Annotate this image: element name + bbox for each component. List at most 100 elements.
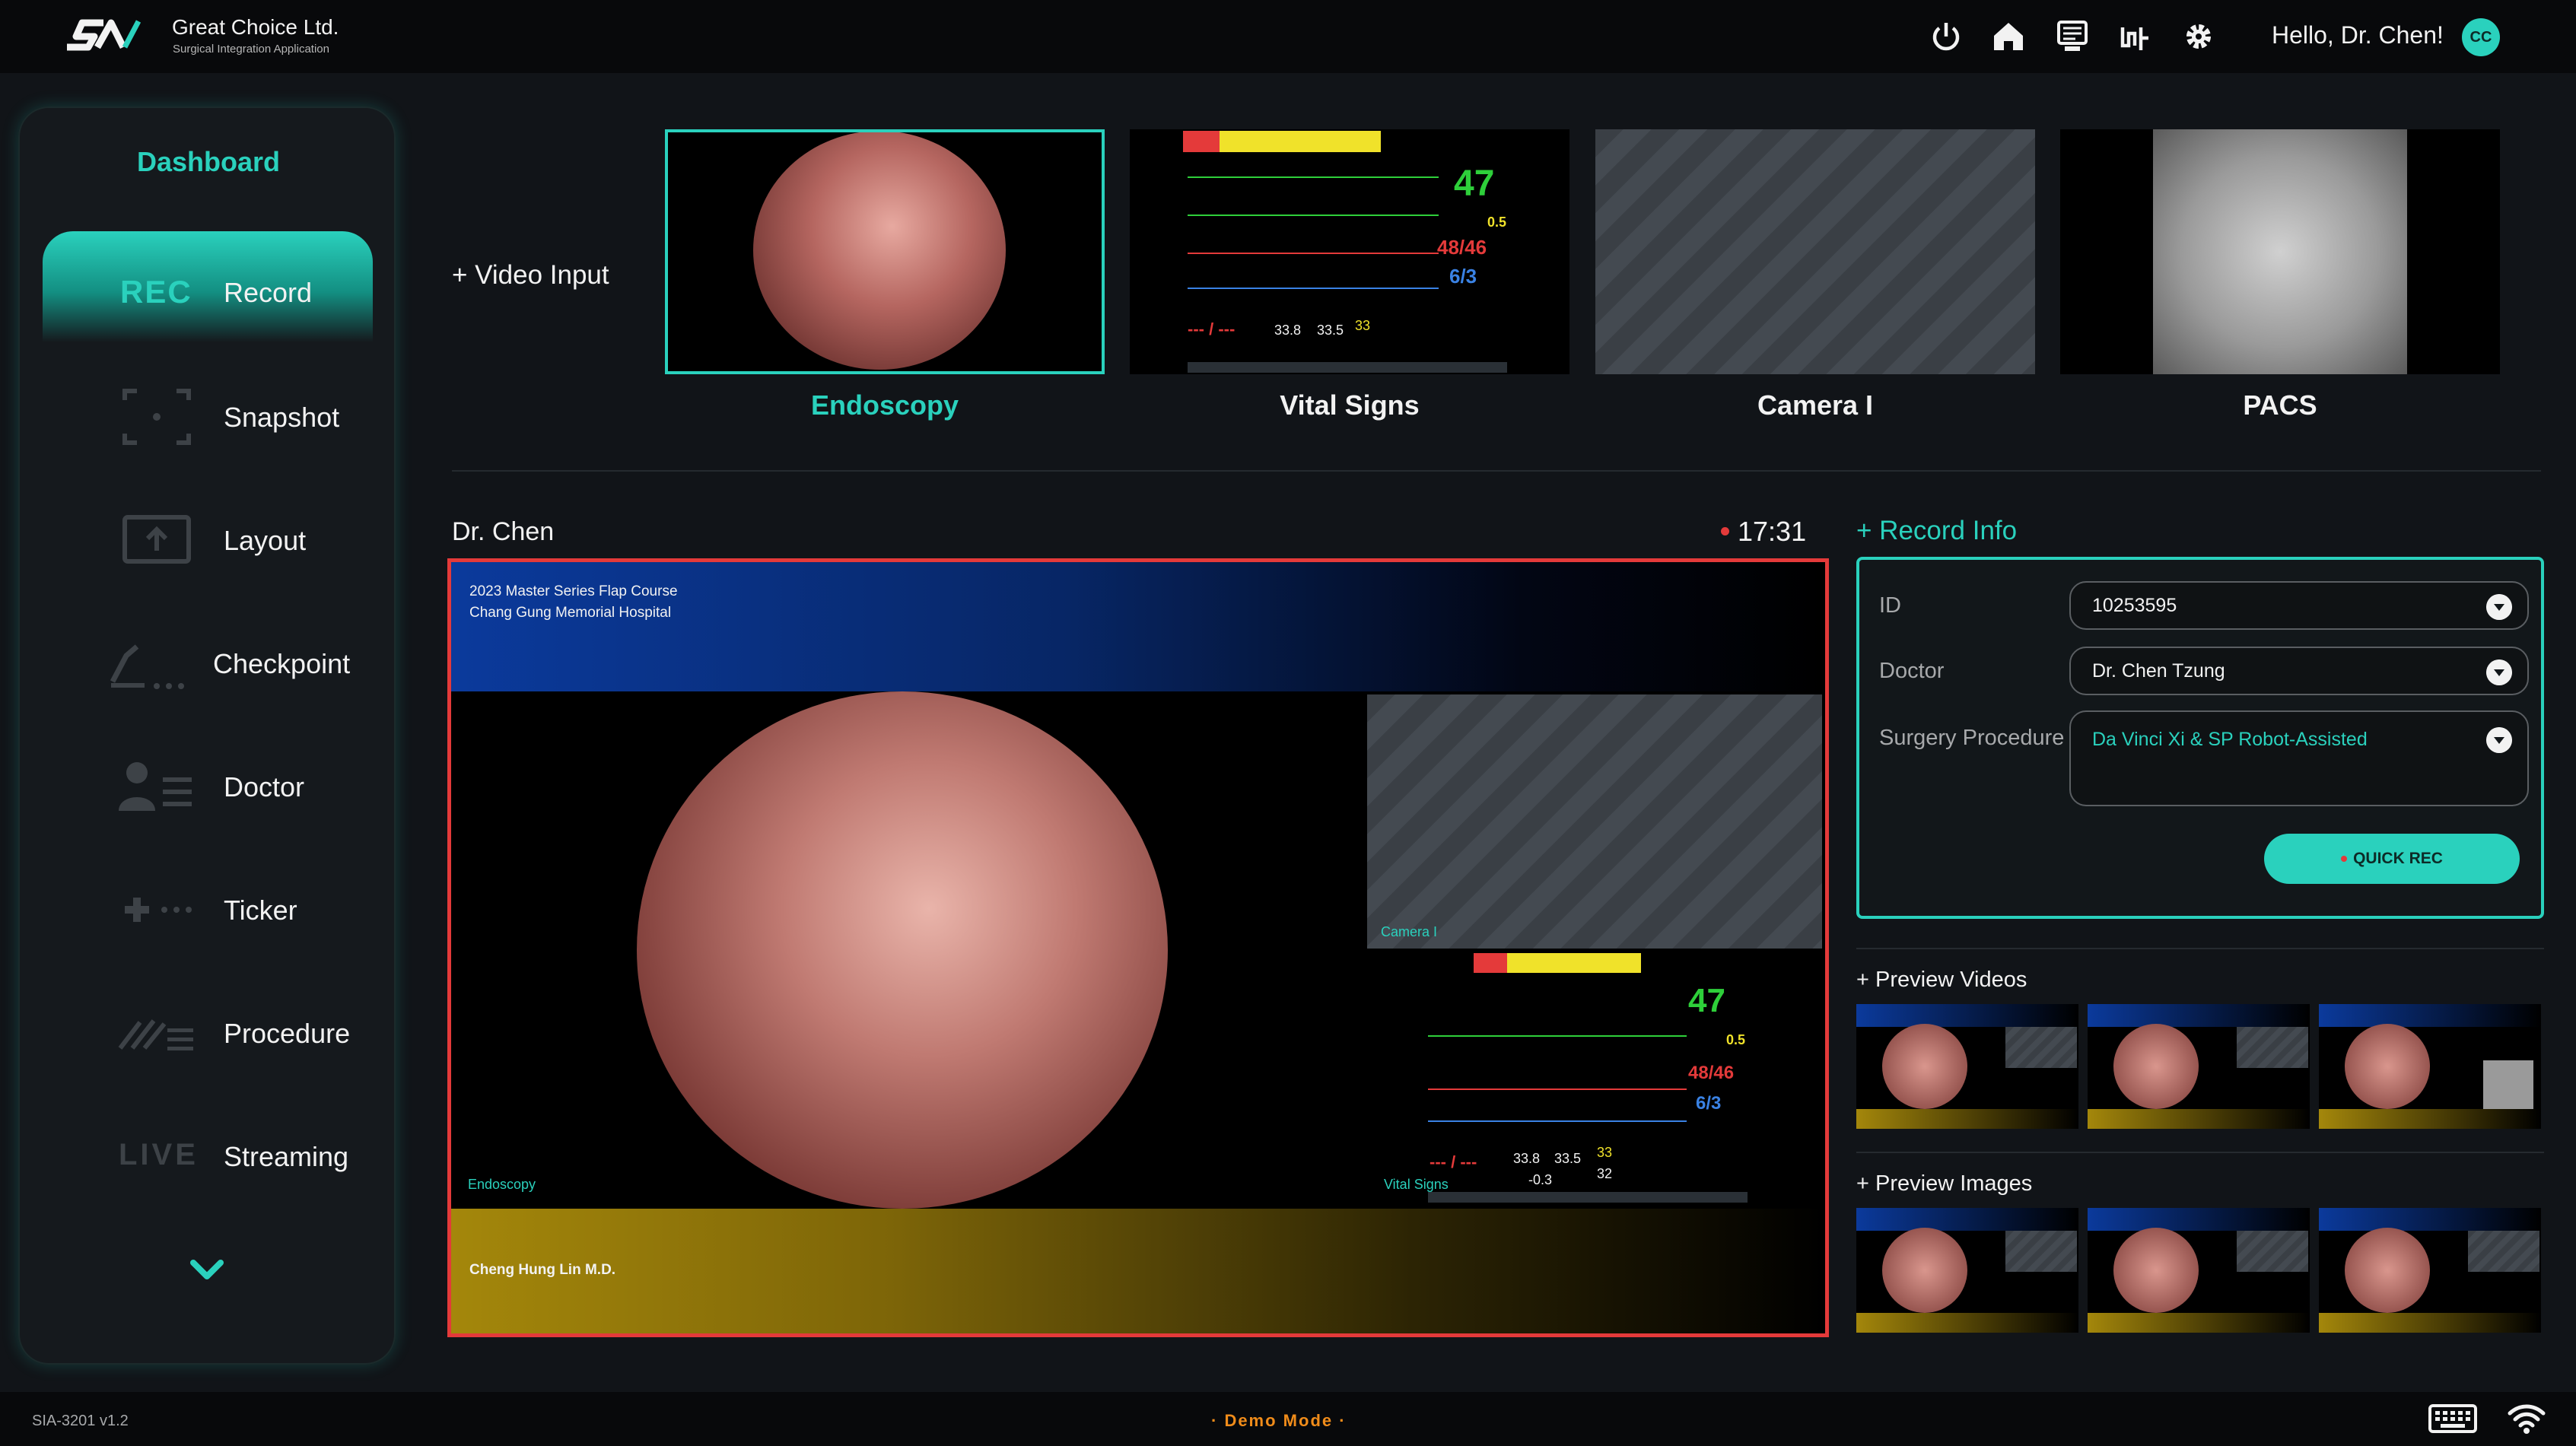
thumb-endoscope	[2113, 1024, 2199, 1109]
record-info-title: + Record Info	[1856, 516, 2018, 545]
layout-icon[interactable]	[114, 510, 199, 570]
rec-dot-icon	[2341, 856, 2348, 862]
ecg-trace	[1188, 215, 1439, 216]
source-label: Camera I	[1757, 389, 1874, 421]
main-doctor-name: Dr. Chen	[452, 517, 555, 546]
vital-small-value: 6/3	[1696, 1093, 1722, 1114]
recording-time: 17:31	[1738, 516, 1807, 547]
source-thumbnail-pacs[interactable]	[2060, 129, 2500, 374]
preview-video-thumbnail[interactable]	[2319, 1004, 2541, 1129]
demo-mode-label: · Demo Mode ·	[1211, 1411, 1347, 1430]
sidebar-item-label[interactable]: Doctor	[224, 771, 304, 803]
sia-logo	[67, 19, 142, 51]
preview-video-thumbnail[interactable]	[1856, 1004, 2078, 1129]
chevron-down-icon[interactable]	[2486, 659, 2512, 685]
divider	[1856, 948, 2544, 949]
chevron-down-icon[interactable]	[2486, 727, 2512, 753]
add-video-input-button[interactable]: + Video Input	[452, 260, 609, 291]
preview-image-thumbnail[interactable]	[2319, 1208, 2541, 1333]
sidebar-item-label[interactable]: Snapshot	[224, 402, 339, 434]
temperature-value: 33	[1597, 1145, 1613, 1160]
thumb-endoscope	[2345, 1024, 2430, 1109]
id-label: ID	[1879, 593, 1901, 618]
vital-small-value: 0.5	[1726, 1032, 1746, 1047]
doctor-label: Doctor	[1879, 659, 1945, 683]
heart-rate-value: 47	[1688, 982, 1725, 1019]
alarm-bar-red	[1474, 953, 1507, 973]
temperature-value: 33.5	[1554, 1151, 1582, 1166]
surgeon-name: Cheng Hung Lin M.D.	[469, 1262, 616, 1278]
ticker-icon[interactable]	[114, 879, 199, 940]
endoscope-image	[753, 132, 1006, 370]
quick-rec-button[interactable]: QUICK REC	[2264, 834, 2520, 884]
preview-images-title: + Preview Images	[1856, 1171, 2033, 1196]
avatar[interactable]: CC	[2462, 18, 2500, 56]
sidebar-item-label[interactable]: Checkpoint	[213, 648, 350, 680]
sidebar-item-label[interactable]: Record	[224, 277, 312, 309]
thumb-top-band	[2088, 1004, 2310, 1027]
sidebar-item-label[interactable]: Streaming	[224, 1141, 348, 1173]
procedure-icon[interactable]	[114, 1003, 199, 1063]
top-banner	[451, 562, 1825, 691]
endoscope-image	[637, 691, 1168, 1209]
snapshot-icon[interactable]	[114, 386, 199, 447]
thumb-camera	[2005, 1231, 2077, 1272]
divider	[1856, 1152, 2544, 1153]
sidebar-item-label[interactable]: Layout	[224, 525, 306, 557]
id-value: 10253595	[2092, 594, 2177, 616]
thumb-bottom-band	[2319, 1109, 2541, 1129]
id-select[interactable]: 10253595	[2069, 581, 2529, 630]
doctor-icon[interactable]	[114, 756, 199, 817]
source-thumbnail-camera[interactable]	[1595, 129, 2035, 374]
version-label: SIA-3201 v1.2	[32, 1413, 129, 1429]
power-icon[interactable]	[1926, 17, 1966, 56]
source-thumbnail-endoscopy[interactable]	[665, 129, 1105, 374]
sidebar-item-label[interactable]: Ticker	[224, 895, 297, 926]
sidebar-item-label[interactable]: Procedure	[224, 1018, 350, 1050]
thumb-camera	[2237, 1027, 2308, 1068]
keyboard-icon[interactable]	[2428, 1404, 2477, 1433]
source-label: Endoscopy	[810, 389, 959, 421]
vital-signs-inset: 47 0.5 48/46 6/3 --- / --- 33.8 33.5 -0.…	[1425, 952, 1767, 1209]
thumb-bottom-band	[1856, 1109, 2078, 1129]
home-icon[interactable]	[1989, 17, 2028, 56]
bp-trace	[1428, 1088, 1687, 1090]
thumb-top-band	[2319, 1004, 2541, 1027]
thumb-camera-placeholder	[2005, 1027, 2077, 1068]
thumb-endoscope	[2345, 1228, 2430, 1313]
thumb-top-band	[2088, 1208, 2310, 1231]
monitor-icon[interactable]	[2053, 17, 2092, 56]
preview-video-thumbnail[interactable]	[2088, 1004, 2310, 1129]
pointer-icon[interactable]	[2115, 17, 2155, 56]
thumb-camera-placeholder	[2237, 1231, 2308, 1272]
thumb-camera	[2005, 1027, 2077, 1068]
ecg-trace	[1428, 1035, 1687, 1037]
chevron-down-icon[interactable]	[187, 1257, 227, 1284]
banner-line-2: Chang Gung Memorial Hospital	[469, 605, 672, 621]
procedure-select[interactable]: Da Vinci Xi & SP Robot-Assisted	[2069, 710, 2529, 806]
sidebar-title: Dashboard	[137, 146, 281, 177]
xray-image	[2153, 129, 2407, 374]
live-icon[interactable]: LIVE	[119, 1138, 199, 1172]
chevron-down-icon[interactable]	[2486, 594, 2512, 620]
thumb-top-band	[1856, 1004, 2078, 1027]
preview-videos-title: + Preview Videos	[1856, 968, 2027, 992]
main-preview[interactable]: 2023 Master Series Flap Course Chang Gun…	[447, 558, 1829, 1337]
temperature-value: -0.3	[1528, 1172, 1553, 1187]
source-label: Vital Signs	[1280, 389, 1420, 421]
source-thumbnail-vital-signs[interactable]: 47 0.5 48/46 6/3 --- / --- 33.8 33.5 33	[1130, 129, 1569, 374]
wifi-icon[interactable]	[2508, 1403, 2546, 1435]
preview-image-thumbnail[interactable]	[1856, 1208, 2078, 1333]
checkpoint-icon[interactable]	[107, 633, 192, 694]
sidebar-item-record[interactable]	[43, 231, 373, 342]
thumb-endoscope	[1882, 1024, 1967, 1109]
doctor-select[interactable]: Dr. Chen Tzung	[2069, 647, 2529, 695]
gear-icon[interactable]	[2179, 17, 2218, 56]
company-name: Great Choice Ltd.	[172, 15, 339, 39]
thumb-endoscope	[1882, 1228, 1967, 1313]
preview-image-thumbnail[interactable]	[2088, 1208, 2310, 1333]
thumb-camera-placeholder	[2237, 1027, 2308, 1068]
thumb-camera	[2237, 1231, 2308, 1272]
heart-rate-value: 47	[1454, 164, 1495, 204]
temperature-value: 33.5	[1317, 323, 1344, 338]
